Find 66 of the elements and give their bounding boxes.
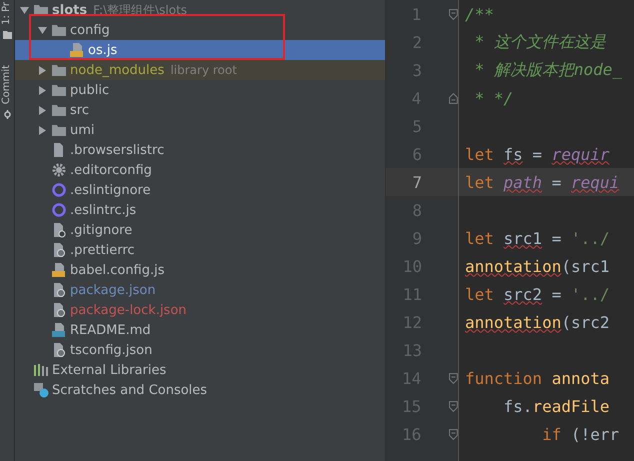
tree-item[interactable]: babel.config.js <box>15 260 385 280</box>
config-file-icon <box>51 342 67 358</box>
tree-item[interactable]: os.js <box>15 40 385 60</box>
tree-arrow-icon[interactable] <box>38 66 46 74</box>
tree-item[interactable]: .browserslistrc <box>15 140 385 160</box>
tree-item[interactable]: .eslintrc.js <box>15 200 385 220</box>
tree-item[interactable]: Scratches and Consoles <box>15 380 385 400</box>
tree-item[interactable]: node_modules library root <box>15 60 385 80</box>
code-line: let fs = requir <box>464 144 610 164</box>
fold-icon[interactable] <box>449 400 458 412</box>
tree-item[interactable]: umi <box>15 120 385 140</box>
ring-icon <box>51 202 67 218</box>
code-line: if (!err <box>541 424 620 444</box>
tree-item[interactable]: .editorconfig <box>15 160 385 180</box>
code-line: * 解决版本把node_ <box>474 60 622 80</box>
tree-arrow-icon[interactable] <box>20 6 28 14</box>
tree-item[interactable]: .eslintignore <box>15 180 385 200</box>
gear-icon <box>51 162 67 178</box>
tree-arrow-icon[interactable] <box>38 86 46 94</box>
code-line: let src2 = '../ <box>464 284 610 304</box>
folder-icon <box>51 62 67 78</box>
tool-window-tab[interactable]: Commit <box>1 64 13 104</box>
folder-icon <box>2 30 12 39</box>
tree-item[interactable]: config <box>15 20 385 40</box>
js-file-icon <box>69 42 85 58</box>
tree-item[interactable]: README.md <box>15 320 385 340</box>
scratch-clock-icon <box>33 382 49 398</box>
fold-icon[interactable] <box>449 8 458 20</box>
code-line: annotation(src1 <box>464 256 610 276</box>
code-line: function annota <box>464 368 610 388</box>
tree-item[interactable]: src <box>15 100 385 120</box>
folder-icon <box>51 122 67 138</box>
markdown-file-icon <box>51 322 67 338</box>
tree-arrow-icon[interactable] <box>38 26 46 34</box>
line-number: 7 <box>411 172 422 192</box>
tree-item[interactable]: package.json <box>15 280 385 300</box>
config-file-icon <box>51 282 67 298</box>
code-line: fs.readFile <box>502 396 610 416</box>
folder-icon <box>51 22 67 38</box>
tree-item[interactable]: .prettierrc <box>15 240 385 260</box>
library-icon <box>33 362 49 378</box>
code-line: * 这个文件在这是 <box>474 32 606 52</box>
tree-item[interactable]: .gitignore <box>15 220 385 240</box>
code-line: /** <box>464 4 494 24</box>
tree-item[interactable]: public <box>15 80 385 100</box>
path-hint: library root <box>170 63 237 77</box>
folder-icon <box>51 102 67 118</box>
fold-icon[interactable] <box>449 372 458 384</box>
tree-item[interactable]: tsconfig.json <box>15 340 385 360</box>
config-file-icon <box>51 302 67 318</box>
code-line: let src1 = '../ <box>464 228 610 248</box>
code-line: let path = requi <box>464 172 620 192</box>
folder-icon <box>51 82 67 98</box>
ring-icon <box>51 182 67 198</box>
tree-arrow-icon[interactable] <box>38 106 46 114</box>
commit-icon <box>2 110 12 120</box>
fold-icon[interactable] <box>449 428 458 440</box>
code-line: annotation(src2 <box>464 312 610 332</box>
tree-arrow-icon[interactable] <box>38 126 46 134</box>
tree-item[interactable]: External Libraries <box>15 360 385 380</box>
ignore-file-icon <box>51 222 67 238</box>
js-file-icon <box>51 262 67 278</box>
fold-icon[interactable] <box>449 92 458 104</box>
tool-window-tab[interactable]: 1: Pr <box>1 2 13 25</box>
code-line: * */ <box>474 88 514 108</box>
config-file-icon <box>51 242 67 258</box>
